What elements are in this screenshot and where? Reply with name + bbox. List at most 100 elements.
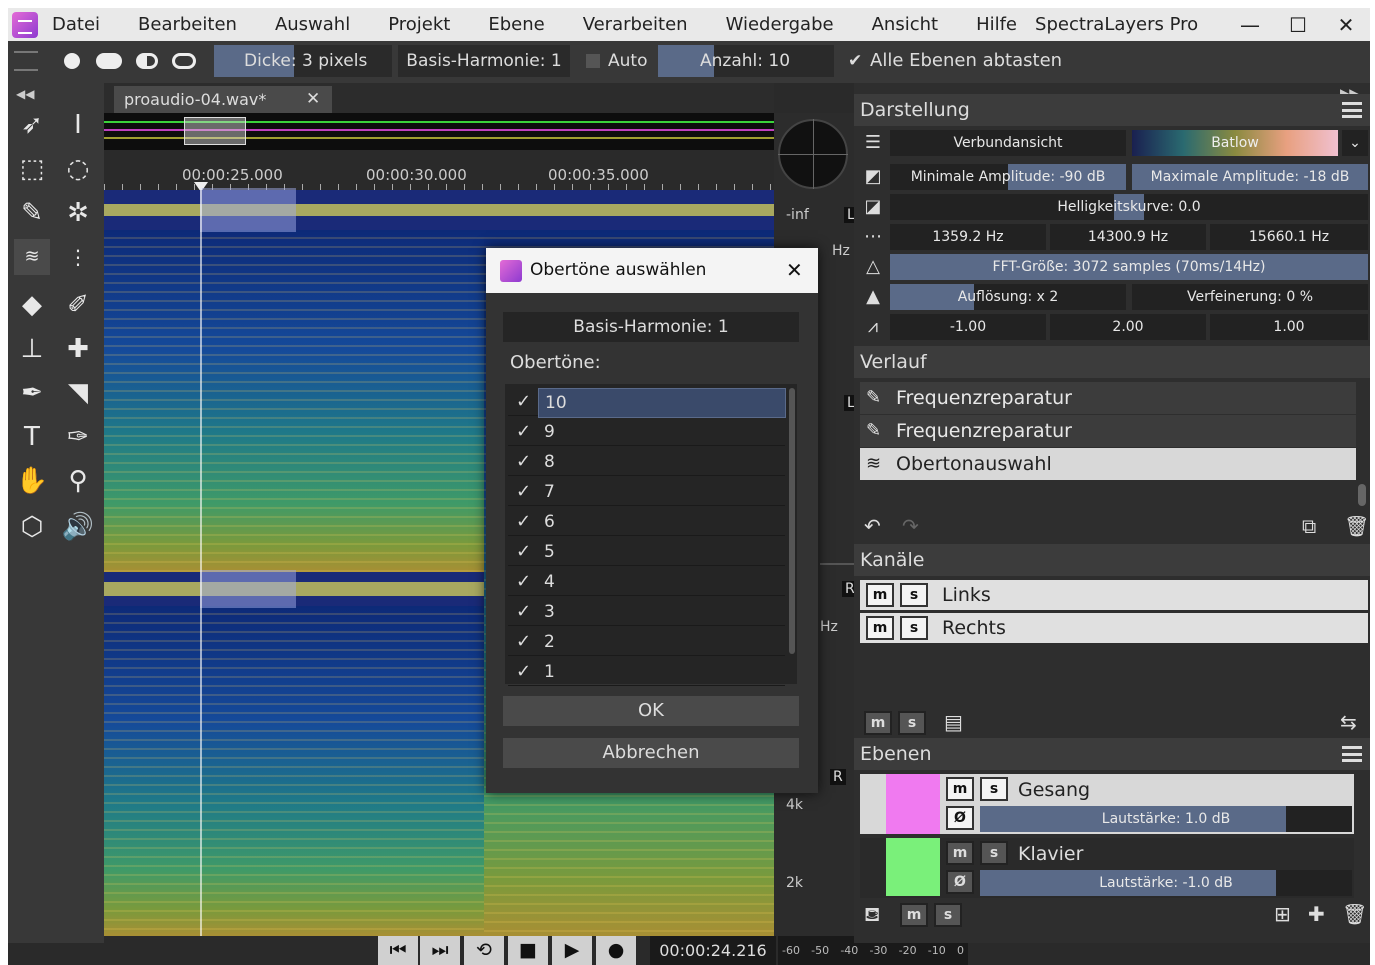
loop-button[interactable]: ⟲ — [464, 936, 504, 965]
layer-row-selected[interactable]: m s Gesang Ø Lautstärke: 1.0 dB — [860, 774, 1354, 834]
tab-close-icon[interactable]: ✕ — [306, 86, 320, 113]
refinement-field[interactable]: Verfeinerung: 0 % — [1132, 284, 1368, 310]
dialog-close-icon[interactable]: ✕ — [786, 248, 803, 293]
harmonic-select-tool-icon[interactable]: ≋ — [14, 239, 50, 275]
spectrogram-left[interactable] — [104, 230, 484, 572]
min-amplitude-field[interactable]: Minimale Amplitude: -90 dB — [890, 164, 1126, 190]
time-selection[interactable] — [200, 188, 296, 232]
paint-bucket-icon[interactable]: ⛾ — [864, 902, 880, 929]
harmonic-row[interactable]: ✓ 4 — [508, 568, 785, 596]
add-layer-icon[interactable]: ⊞ — [1274, 902, 1291, 926]
check-icon[interactable]: ✓ — [516, 658, 531, 686]
redo-icon[interactable]: ↷ — [902, 514, 919, 538]
lasso-tool-icon[interactable]: ◌ — [60, 151, 96, 187]
sample-all-checkbox[interactable]: ✔ — [848, 45, 862, 77]
dialog-cancel-button[interactable]: Abbrechen — [503, 738, 799, 768]
mute-button[interactable]: m — [866, 616, 894, 640]
harmonic-options-icon[interactable]: ⋮ — [60, 239, 96, 275]
dialog-titlebar[interactable]: Obertöne auswählen ✕ — [486, 248, 818, 293]
play-button[interactable]: ▶ — [552, 936, 592, 965]
basis-harmonic-field[interactable]: Basis-Harmonie: 1 — [398, 45, 570, 77]
phase-invert-button[interactable]: Ø — [946, 806, 974, 830]
hand-tool-icon[interactable]: ✋ — [14, 463, 50, 499]
magic-wand-tool-icon[interactable]: ✲ — [60, 195, 96, 231]
spectrogram-right[interactable] — [104, 606, 484, 936]
3d-view-tool-icon[interactable]: ⬡ — [14, 509, 50, 545]
stop-button[interactable]: ■ — [508, 936, 548, 965]
phase-invert-button[interactable]: Ø — [946, 870, 974, 894]
dialog-ok-button[interactable]: OK — [503, 696, 799, 726]
swap-channels-icon[interactable]: ⇆ — [1340, 710, 1357, 734]
check-icon[interactable]: ✓ — [516, 538, 531, 566]
freq-max-field[interactable]: 15660.1 Hz — [1210, 224, 1368, 250]
layer-row[interactable]: m s Klavier Ø Lautstärke: -1.0 dB — [860, 838, 1354, 898]
channel-row[interactable]: m s Rechts — [860, 613, 1368, 643]
collapse-left-icon[interactable]: ◀◀ — [16, 87, 34, 101]
menu-hilfe[interactable]: Hilfe — [976, 14, 1017, 35]
harmonic-row[interactable]: ✓ 7 — [508, 478, 785, 506]
harmonic-row-selected[interactable]: ✓ 10 — [508, 388, 786, 418]
trash-layer-icon[interactable]: 🗑 — [1342, 902, 1367, 926]
menu-auswahl[interactable]: Auswahl — [275, 14, 350, 35]
harmonic-row[interactable]: ✓ 2 — [508, 628, 785, 656]
overview-viewport[interactable] — [184, 117, 246, 145]
solo-button[interactable]: s — [900, 616, 928, 640]
menu-verarbeiten[interactable]: Verarbeiten — [583, 14, 688, 35]
solo-button[interactable]: s — [980, 841, 1008, 865]
brush-half-icon[interactable] — [136, 53, 158, 69]
marker-tool-icon[interactable]: ✐ — [60, 287, 96, 323]
ebenen-header[interactable]: Ebenen — [854, 738, 1370, 770]
menu-ebene[interactable]: Ebene — [488, 14, 544, 35]
eraser-tool-icon[interactable]: ◆ — [14, 287, 50, 323]
solo-button[interactable]: s — [900, 583, 928, 607]
text-tool-icon[interactable]: T — [14, 419, 50, 455]
harmonic-row[interactable]: ✓ 6 — [508, 508, 785, 536]
fill-tool-icon[interactable]: ◥ — [60, 375, 96, 411]
value-field-2[interactable]: 2.00 — [1050, 314, 1206, 340]
view-mode-select[interactable]: Verbundansicht — [890, 130, 1126, 156]
solo-all-layers-button[interactable]: s — [934, 903, 962, 927]
layer-volume-slider[interactable]: Lautstärke: -1.0 dB — [980, 870, 1352, 896]
menu-ansicht[interactable]: Ansicht — [872, 14, 938, 35]
maximize-button[interactable]: ☐ — [1274, 13, 1322, 37]
time-ruler[interactable]: 00:00:25.000 00:00:30.000 00:00:35.000 — [104, 150, 774, 192]
rect-select-tool-icon[interactable]: ⬚ — [14, 151, 50, 187]
brush-round-icon[interactable] — [64, 53, 80, 69]
new-audio-layer-icon[interactable]: ✚ — [1308, 902, 1325, 926]
mute-all-button[interactable]: m — [864, 711, 892, 735]
menu-icon[interactable] — [1342, 746, 1362, 762]
value-field-1[interactable]: -1.00 — [890, 314, 1046, 340]
mute-button[interactable]: m — [866, 583, 894, 607]
minimize-button[interactable]: — — [1226, 13, 1274, 37]
pen-tool-icon[interactable]: ✒ — [14, 375, 50, 411]
max-amplitude-field[interactable]: Maximale Amplitude: -18 dB — [1132, 164, 1368, 190]
speaker-tool-icon[interactable]: 🔊 — [60, 509, 96, 545]
menu-bearbeiten[interactable]: Bearbeiten — [138, 14, 237, 35]
verlauf-header[interactable]: Verlauf — [854, 346, 1370, 378]
menu-projekt[interactable]: Projekt — [388, 14, 450, 35]
check-icon[interactable]: ✓ — [516, 478, 531, 506]
harmonic-row[interactable]: ✓ 1 — [508, 658, 785, 686]
history-item-selected[interactable]: ≋ Obertonauswahl — [860, 448, 1356, 480]
close-window-button[interactable]: ✕ — [1322, 13, 1370, 37]
harmonic-row[interactable]: ✓ 8 — [508, 448, 785, 476]
copy-history-icon[interactable]: ⧉ — [1302, 514, 1316, 538]
brightness-field[interactable]: Helligkeitskurve: 0.0 — [890, 194, 1368, 220]
trash-history-icon[interactable]: 🗑 — [1344, 514, 1369, 538]
brush-select-tool-icon[interactable]: ✎ — [14, 195, 50, 231]
solo-button[interactable]: s — [980, 777, 1008, 801]
list-scrollbar[interactable] — [789, 388, 795, 654]
move-tool-icon[interactable]: ➶ — [14, 107, 50, 143]
colormap-select[interactable]: Batlow — [1132, 130, 1338, 156]
record-button[interactable]: ● — [596, 936, 636, 965]
stamp-tool-icon[interactable]: ⊥ — [14, 331, 50, 367]
check-icon[interactable]: ✓ — [516, 418, 531, 446]
channel-row[interactable]: m s Links — [860, 580, 1368, 610]
freq-min-field[interactable]: 1359.2 Hz — [890, 224, 1046, 250]
resolution-field[interactable]: Auflösung: x 2 — [890, 284, 1126, 310]
check-icon[interactable]: ✓ — [516, 568, 531, 596]
mute-all-layers-button[interactable]: m — [900, 903, 928, 927]
darstellung-header[interactable]: Darstellung — [854, 94, 1370, 126]
check-icon[interactable]: ✓ — [516, 598, 531, 626]
fft-size-field[interactable]: FFT-Größe: 3072 samples (70ms/14Hz) — [890, 254, 1368, 280]
